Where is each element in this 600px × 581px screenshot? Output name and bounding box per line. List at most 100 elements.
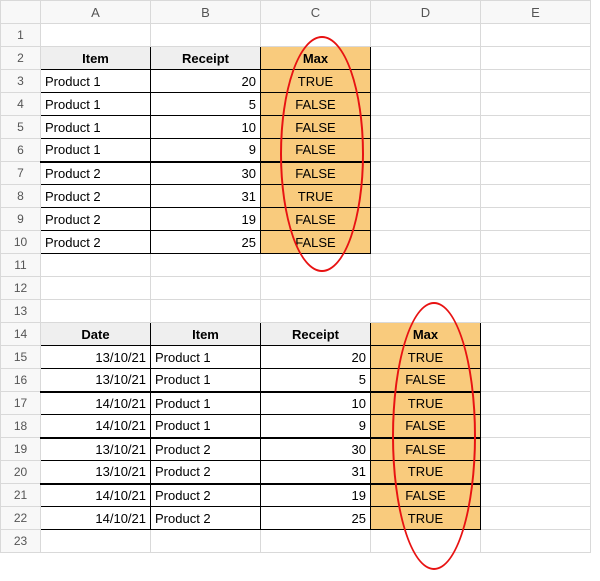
cell[interactable] [261, 300, 371, 323]
cell-receipt[interactable]: 25 [261, 507, 371, 530]
cell-max[interactable]: TRUE [371, 507, 481, 530]
cell-receipt[interactable]: 19 [261, 484, 371, 507]
cell[interactable] [41, 254, 151, 277]
cell[interactable] [371, 254, 481, 277]
cell[interactable] [481, 208, 591, 231]
cell-date[interactable]: 13/10/21 [41, 369, 151, 392]
cell-item[interactable]: Product 2 [41, 185, 151, 208]
cell-receipt[interactable]: 20 [151, 70, 261, 93]
table2-header-date[interactable]: Date [41, 323, 151, 346]
cell-item[interactable]: Product 2 [151, 507, 261, 530]
cell[interactable] [481, 300, 591, 323]
cell[interactable] [481, 116, 591, 139]
cell[interactable] [371, 93, 481, 116]
cell-date[interactable]: 13/10/21 [41, 438, 151, 461]
table2-header-max[interactable]: Max [371, 323, 481, 346]
cell[interactable] [481, 415, 591, 438]
cell-item[interactable]: Product 1 [151, 369, 261, 392]
row-header[interactable]: 23 [1, 530, 41, 553]
cell[interactable] [371, 185, 481, 208]
cell-item[interactable]: Product 1 [41, 70, 151, 93]
row-header[interactable]: 12 [1, 277, 41, 300]
cell[interactable] [481, 346, 591, 369]
cell-receipt[interactable]: 30 [151, 162, 261, 185]
cell-date[interactable]: 13/10/21 [41, 346, 151, 369]
cell[interactable] [41, 24, 151, 47]
cell-max[interactable]: FALSE [261, 116, 371, 139]
cell-item[interactable]: Product 1 [151, 415, 261, 438]
row-header[interactable]: 21 [1, 484, 41, 507]
row-header[interactable]: 19 [1, 438, 41, 461]
row-header[interactable]: 7 [1, 162, 41, 185]
cell-receipt[interactable]: 31 [261, 461, 371, 484]
cell-max[interactable]: TRUE [371, 461, 481, 484]
row-header[interactable]: 17 [1, 392, 41, 415]
row-header[interactable]: 16 [1, 369, 41, 392]
cell-item[interactable]: Product 2 [151, 438, 261, 461]
row-header[interactable]: 8 [1, 185, 41, 208]
cell-receipt[interactable]: 10 [261, 392, 371, 415]
cell-max[interactable]: FALSE [261, 231, 371, 254]
cell-max[interactable]: FALSE [261, 162, 371, 185]
cell[interactable] [481, 277, 591, 300]
cell[interactable] [481, 484, 591, 507]
cell[interactable] [481, 392, 591, 415]
cell[interactable] [481, 93, 591, 116]
cell-receipt[interactable]: 30 [261, 438, 371, 461]
cell-receipt[interactable]: 9 [151, 139, 261, 162]
cell-max[interactable]: FALSE [371, 415, 481, 438]
row-header[interactable]: 11 [1, 254, 41, 277]
cell-date[interactable]: 14/10/21 [41, 507, 151, 530]
cell[interactable] [371, 277, 481, 300]
cell-receipt[interactable]: 5 [261, 369, 371, 392]
row-header[interactable]: 2 [1, 47, 41, 70]
cell[interactable] [481, 24, 591, 47]
cell[interactable] [261, 24, 371, 47]
cell[interactable] [481, 438, 591, 461]
cell-max[interactable]: TRUE [371, 392, 481, 415]
row-header[interactable]: 3 [1, 70, 41, 93]
cell-receipt[interactable]: 9 [261, 415, 371, 438]
cell-date[interactable]: 14/10/21 [41, 392, 151, 415]
cell[interactable] [371, 208, 481, 231]
cell[interactable] [371, 116, 481, 139]
row-header[interactable]: 5 [1, 116, 41, 139]
cell[interactable] [261, 530, 371, 553]
cell[interactable] [261, 254, 371, 277]
cell[interactable] [371, 24, 481, 47]
cell-item[interactable]: Product 1 [41, 93, 151, 116]
cell-date[interactable]: 14/10/21 [41, 484, 151, 507]
cell[interactable] [481, 70, 591, 93]
cell-receipt[interactable]: 20 [261, 346, 371, 369]
cell[interactable] [481, 47, 591, 70]
cell-max[interactable]: FALSE [261, 208, 371, 231]
table1-header-item[interactable]: Item [41, 47, 151, 70]
table2-header-item[interactable]: Item [151, 323, 261, 346]
cell-item[interactable]: Product 2 [151, 484, 261, 507]
col-header-D[interactable]: D [371, 1, 481, 24]
cell-receipt[interactable]: 19 [151, 208, 261, 231]
cell-max[interactable]: FALSE [261, 139, 371, 162]
cell-receipt[interactable]: 10 [151, 116, 261, 139]
cell-max[interactable]: FALSE [371, 438, 481, 461]
row-header[interactable]: 1 [1, 24, 41, 47]
row-header[interactable]: 18 [1, 415, 41, 438]
cell-max[interactable]: FALSE [371, 484, 481, 507]
cell[interactable] [481, 323, 591, 346]
cell-max[interactable]: TRUE [371, 346, 481, 369]
cell-receipt[interactable]: 25 [151, 231, 261, 254]
cell[interactable] [371, 139, 481, 162]
table1-header-max[interactable]: Max [261, 47, 371, 70]
cell[interactable] [481, 461, 591, 484]
cell[interactable] [371, 70, 481, 93]
cell-item[interactable]: Product 1 [41, 116, 151, 139]
cell[interactable] [481, 162, 591, 185]
col-header-E[interactable]: E [481, 1, 591, 24]
cell-receipt[interactable]: 5 [151, 93, 261, 116]
cell[interactable] [371, 300, 481, 323]
row-header[interactable]: 4 [1, 93, 41, 116]
cell[interactable] [481, 139, 591, 162]
cell[interactable] [371, 530, 481, 553]
col-header-B[interactable]: B [151, 1, 261, 24]
cell[interactable] [41, 277, 151, 300]
